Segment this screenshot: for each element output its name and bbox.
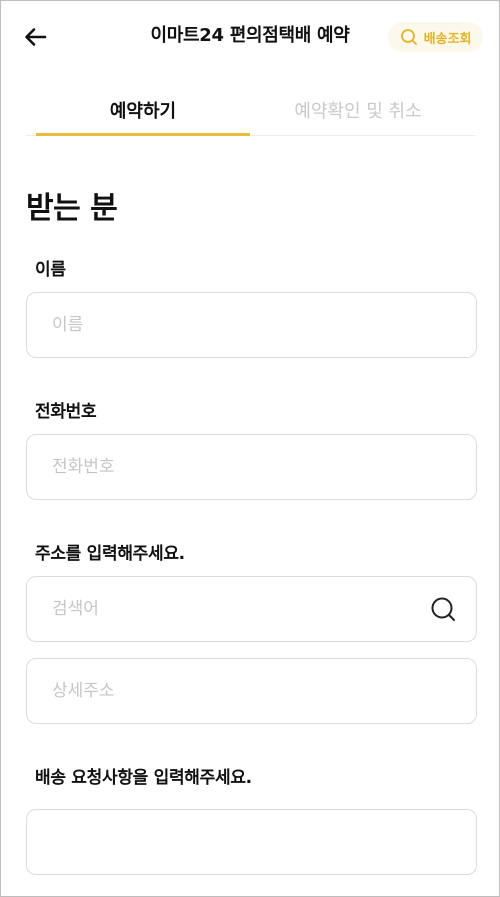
arrow-left-icon <box>25 28 47 46</box>
delivery-request-box <box>26 809 477 875</box>
tab-bar: 예약하기 예약확인 및 취소 <box>26 87 476 136</box>
address-search-button[interactable] <box>430 596 458 624</box>
tab-check-cancel[interactable]: 예약확인 및 취소 <box>251 87 465 135</box>
phone-label: 전화번호 <box>35 402 97 422</box>
name-label: 이름 <box>35 260 66 280</box>
address-detail-box <box>26 658 477 724</box>
phone-input[interactable] <box>52 435 451 499</box>
active-tab-indicator <box>36 133 250 136</box>
header: 이마트24 편의점택배 예약 배송조회 <box>1 1 499 71</box>
address-detail-input[interactable] <box>52 659 451 723</box>
address-search-box <box>26 576 477 642</box>
delivery-request-label: 배송 요청사항을 입력해주세요. <box>35 768 252 788</box>
back-button[interactable] <box>21 23 49 51</box>
search-icon <box>431 597 455 621</box>
tab-reservation[interactable]: 예약하기 <box>36 87 250 135</box>
address-search-input[interactable] <box>52 577 416 641</box>
app-frame: 이마트24 편의점택배 예약 배송조회 예약하기 예약확인 및 취소 받는 분 … <box>0 0 500 897</box>
address-label: 주소를 입력해주세요. <box>35 544 185 564</box>
name-field-box <box>26 292 477 358</box>
name-input[interactable] <box>52 293 451 357</box>
search-icon <box>400 29 417 45</box>
section-title: 받는 분 <box>26 191 118 226</box>
delivery-tracking-label: 배송조회 <box>423 31 472 47</box>
page-title: 이마트24 편의점택배 예약 <box>150 25 350 46</box>
phone-field-box <box>26 434 477 500</box>
delivery-tracking-button[interactable]: 배송조회 <box>388 22 483 52</box>
delivery-request-input[interactable] <box>52 810 451 874</box>
